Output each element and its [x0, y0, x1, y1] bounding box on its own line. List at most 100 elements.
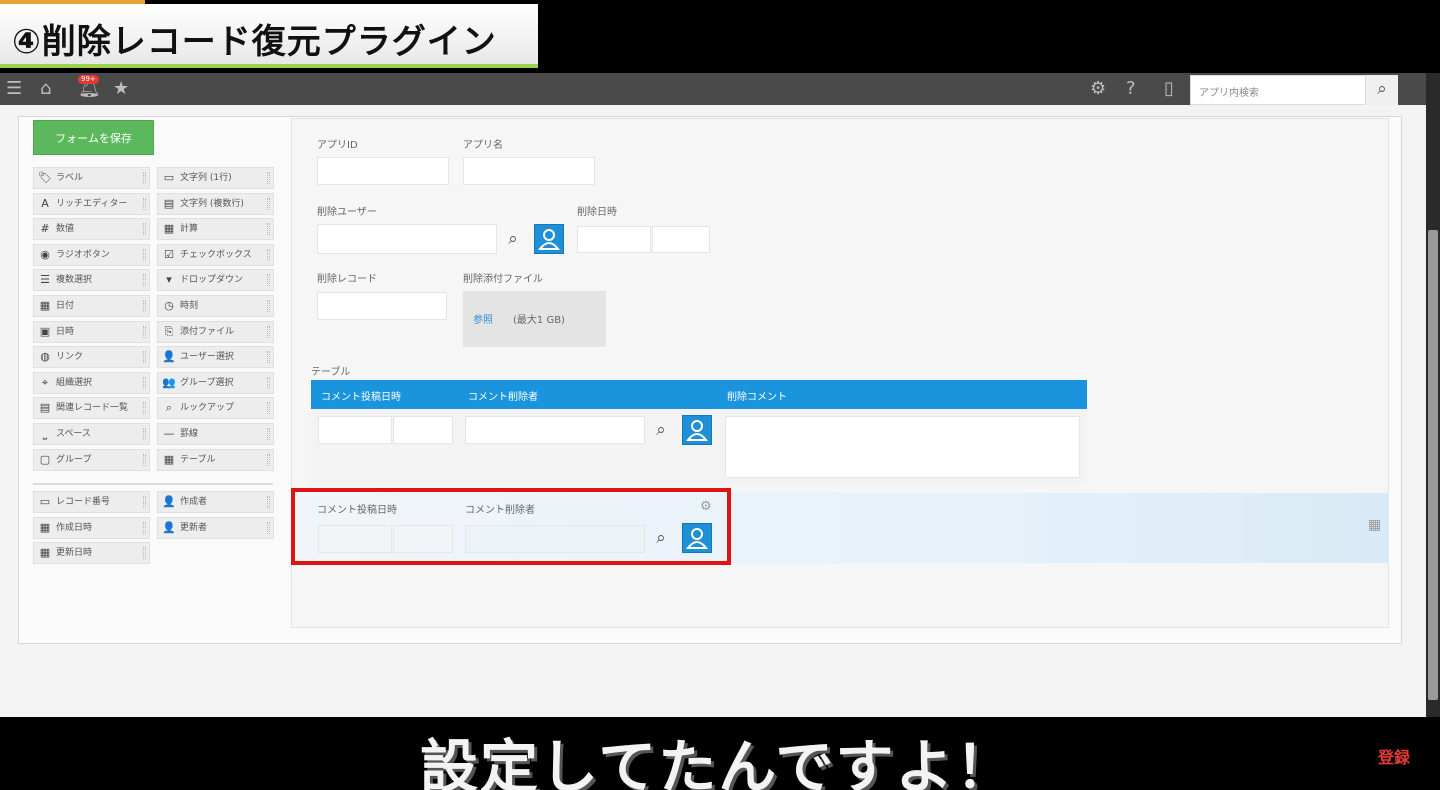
table-date-field[interactable] [318, 416, 392, 444]
deleted-record-field[interactable] [317, 292, 447, 320]
palette-item[interactable]: ▦ テーブル [157, 448, 274, 471]
palette-item[interactable]: ▤ 文字列 (複数行) [157, 192, 274, 215]
palette-field-icon: ⌖ [41, 375, 49, 389]
palette-item[interactable]: ⌕ ルックアップ [157, 397, 274, 420]
palette-field-icon: 👤 [162, 520, 176, 534]
video-title-banner: ④削除レコード復元プラグイン [0, 0, 538, 68]
palette-item[interactable]: ▢ グループ [33, 448, 150, 471]
palette-item[interactable]: ⌖ 組織選択 [33, 371, 150, 394]
drag-handle[interactable] [143, 453, 146, 466]
drag-handle[interactable] [143, 351, 146, 364]
drag-handle[interactable] [267, 521, 270, 534]
palette-item-label: 組織選択 [56, 377, 93, 388]
mobile-icon[interactable]: ▯ [1164, 79, 1174, 99]
drag-handle[interactable] [143, 376, 146, 389]
palette-item[interactable]: ◍ リンク [33, 346, 150, 369]
palette-item[interactable]: ▭ 文字列 (1行) [157, 167, 274, 189]
drag-handle[interactable] [267, 428, 270, 440]
palette-item[interactable]: ▦ 日付 [33, 295, 150, 317]
drag-handle[interactable] [143, 197, 146, 210]
palette-field-icon: ⎵ [42, 427, 48, 440]
drag-handle[interactable] [267, 300, 270, 312]
drag-handle[interactable] [267, 376, 270, 389]
drag-handle[interactable] [143, 223, 146, 236]
drag-handle[interactable] [143, 402, 146, 415]
palette-field-icon: # [40, 222, 50, 236]
deleted-date-field[interactable] [577, 226, 651, 253]
scrollbar-thumb[interactable] [1428, 230, 1438, 700]
drag-handle[interactable] [143, 547, 146, 560]
palette-field-icon: 🏷 [38, 171, 52, 184]
palette-item[interactable]: — 罫線 [157, 423, 274, 445]
palette-item[interactable]: ◉ ラジオボタン [33, 243, 150, 266]
palette-item[interactable]: 👤 作成者 [157, 491, 274, 513]
deleted-user-field[interactable] [317, 224, 497, 254]
palette-item[interactable]: ☰ 複数選択 [33, 269, 150, 292]
gear-icon[interactable]: ⚙ [1090, 79, 1106, 99]
palette-field-icon: ▤ [39, 401, 51, 415]
palette-item[interactable]: 🏷 ラベル [33, 167, 150, 189]
palette-item[interactable]: ▤ 関連レコード一覧 [33, 397, 150, 420]
home-icon[interactable]: ⌂ [40, 79, 51, 99]
user-select-icon[interactable] [534, 224, 564, 254]
palette-item[interactable]: ◷ 時刻 [157, 295, 274, 317]
palette-item-label: 作成日時 [56, 522, 93, 533]
register-badge[interactable]: 登録 [1378, 744, 1410, 768]
search-icon[interactable]: ⌕ [498, 224, 528, 254]
drag-handle[interactable] [267, 274, 270, 287]
deleted-time-field[interactable] [652, 226, 710, 253]
drag-handle[interactable] [267, 172, 270, 184]
star-icon[interactable]: ★ [113, 79, 129, 99]
table-comment-field[interactable] [725, 416, 1080, 478]
palette-item[interactable]: # 数値 [33, 218, 150, 241]
drag-handle[interactable] [267, 453, 270, 466]
drag-handle[interactable] [267, 197, 270, 210]
palette-item[interactable]: 👥 グループ選択 [157, 371, 274, 394]
menu-icon[interactable]: ☰ [6, 79, 22, 99]
palette-field-icon: ◷ [164, 299, 174, 312]
app-id-field[interactable] [317, 157, 449, 185]
drag-handle[interactable] [267, 223, 270, 236]
palette-item[interactable]: ▦ 更新日時 [33, 542, 150, 565]
palette-item[interactable]: ☑ チェックボックス [157, 243, 274, 266]
user-select-icon[interactable] [682, 415, 712, 445]
browse-link[interactable]: 参照 [473, 311, 493, 326]
drag-handle[interactable] [267, 248, 270, 261]
palette-item[interactable]: 👤 ユーザー選択 [157, 346, 274, 369]
drag-handle[interactable] [143, 325, 146, 338]
palette-item[interactable]: ⎘ 添付ファイル [157, 320, 274, 343]
palette-item[interactable]: ▭ レコード番号 [33, 491, 150, 513]
search-icon[interactable]: ⌕ [1366, 75, 1398, 105]
search-input[interactable]: アプリ内検索 [1190, 75, 1366, 105]
drag-handle[interactable] [143, 274, 146, 287]
drag-handle[interactable] [143, 300, 146, 312]
table-time-field[interactable] [393, 416, 453, 444]
help-icon[interactable]: ? [1126, 79, 1136, 99]
palette-item-label: スペース [56, 429, 91, 439]
drag-handle[interactable] [267, 496, 270, 508]
palette-item[interactable]: A リッチエディター [33, 192, 150, 215]
palette-item-label: 複数選択 [56, 275, 93, 286]
drag-handle[interactable] [267, 351, 270, 364]
table-user-field[interactable] [465, 416, 645, 444]
palette-item[interactable]: ⎵ スペース [33, 423, 150, 445]
palette-item[interactable]: ▣ 日時 [33, 320, 150, 343]
palette-item[interactable]: 👤 更新者 [157, 516, 274, 539]
palette-item[interactable]: ▦ 計算 [157, 218, 274, 241]
drag-handle[interactable] [143, 428, 146, 440]
palette-item[interactable]: ▦ 作成日時 [33, 516, 150, 539]
palette-item[interactable]: ▾ ドロップダウン [157, 269, 274, 292]
notification-badge: 99+ [78, 75, 99, 84]
app-name-field[interactable] [463, 157, 595, 185]
search-icon[interactable]: ⌕ [646, 415, 676, 445]
save-form-button[interactable]: フォームを保存 [33, 120, 154, 155]
app-screen: ☰ ⌂ 🔔︎ 99+ ★ ⚙ ? ▯ アプリ内検索 ⌕ フォームを保存 🏷 ラベル… [0, 73, 1426, 717]
palette-item-label: 更新日時 [56, 548, 93, 559]
attachment-dropzone[interactable]: 参照 (最大1 GB) [463, 291, 606, 347]
drag-handle[interactable] [267, 325, 270, 338]
drag-handle[interactable] [267, 402, 270, 415]
drag-handle[interactable] [143, 521, 146, 534]
drag-handle[interactable] [143, 172, 146, 184]
drag-handle[interactable] [143, 496, 146, 508]
drag-handle[interactable] [143, 248, 146, 261]
